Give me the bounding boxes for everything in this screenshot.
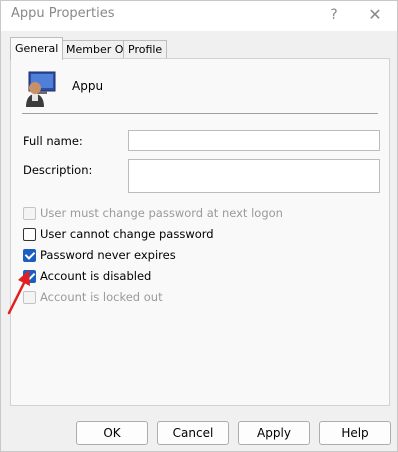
apply-button[interactable]: Apply <box>238 421 310 445</box>
full-name-label: Full name: <box>23 134 83 148</box>
option-label: User must change password at next logon <box>40 206 283 220</box>
option-label: Account is disabled <box>40 269 152 283</box>
window-title: Appu Properties <box>11 6 115 21</box>
option-label: Account is locked out <box>40 290 163 304</box>
full-name-field[interactable] <box>128 130 380 151</box>
user-name: Appu <box>72 79 104 93</box>
option-label: User cannot change password <box>40 227 214 241</box>
properties-dialog: Appu Properties ? ✕ General Member Of Pr… <box>0 0 398 452</box>
general-panel: Appu Full name: Description: User must c… <box>10 58 390 406</box>
description-label: Description: <box>23 163 93 177</box>
tab-general[interactable]: General <box>10 37 64 60</box>
option-label: Password never expires <box>40 248 176 262</box>
help-icon[interactable]: ? <box>322 4 346 26</box>
cancel-button[interactable]: Cancel <box>157 421 229 445</box>
title-bar: Appu Properties ? ✕ <box>1 1 397 31</box>
checkbox[interactable] <box>23 249 36 262</box>
user-computer-icon <box>26 71 56 107</box>
red-arrow-icon <box>7 270 30 315</box>
tab-profile[interactable]: Profile <box>123 40 168 60</box>
help-button[interactable]: Help <box>319 421 391 445</box>
divider <box>22 113 378 114</box>
checkbox[interactable] <box>23 207 36 220</box>
close-icon[interactable]: ✕ <box>363 4 387 26</box>
tab-member-of[interactable]: Member Of <box>61 40 133 60</box>
checkbox[interactable] <box>23 228 36 241</box>
description-field[interactable] <box>128 159 380 193</box>
ok-button[interactable]: OK <box>76 421 148 445</box>
